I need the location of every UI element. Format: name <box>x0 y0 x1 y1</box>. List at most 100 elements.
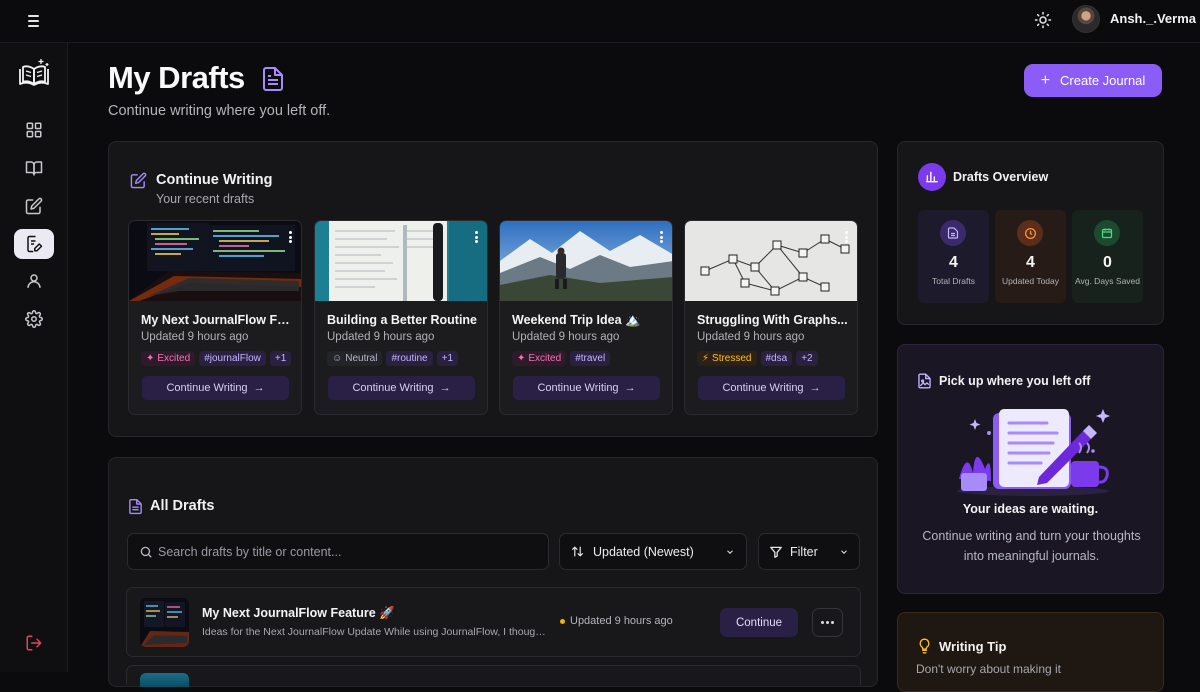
mood-tag: ☺ Neutral <box>327 351 383 366</box>
card-menu-icon[interactable] <box>845 231 849 243</box>
continue-writing-button[interactable]: Continue Writing → <box>328 376 475 400</box>
more-tags-badge: +2 <box>796 351 818 366</box>
continue-writing-button[interactable]: Continue Writing → <box>698 376 845 400</box>
row-updated: Updated 9 hours ago <box>560 615 673 627</box>
writing-tip-text: Don't worry about making it <box>916 662 1062 676</box>
draft-card[interactable]: Struggling With Graphs... Updated 9 hour… <box>684 220 858 415</box>
draft-row[interactable] <box>126 665 861 687</box>
filter-button[interactable]: Filter <box>758 533 860 570</box>
all-drafts-title: All Drafts <box>150 498 215 514</box>
sidebar-item-dashboard[interactable] <box>14 115 54 145</box>
code-screen-thumbnail <box>140 598 189 647</box>
continue-button[interactable]: Continue <box>720 608 798 637</box>
mood-label: Excited <box>157 353 191 364</box>
edit-icon <box>25 197 43 215</box>
lightning-icon: ⚡ <box>702 353 710 364</box>
hashtag: #dsa <box>760 351 793 366</box>
row-description: Ideas for the Next JournalFlow Update Wh… <box>202 626 550 638</box>
continue-writing-title: Continue Writing <box>156 172 273 188</box>
journal-illustration <box>957 409 1110 496</box>
draft-card[interactable]: My Next JournalFlow Feature 🚀 Updated 9 … <box>128 220 302 415</box>
create-journal-button[interactable]: + Create Journal <box>1024 64 1162 97</box>
card-tags: ✦ Excited #travel <box>512 351 611 366</box>
avatar[interactable] <box>1072 5 1100 33</box>
chart-icon <box>918 163 946 191</box>
theme-toggle-icon[interactable] <box>1034 11 1052 29</box>
card-tags: ⚡ Stressed #dsa +2 <box>697 351 818 366</box>
graph-sketch-thumbnail <box>685 221 857 301</box>
mood-tag: ⚡ Stressed <box>697 351 757 366</box>
draft-card[interactable]: Building a Better Routine Updated 9 hour… <box>314 220 488 415</box>
sort-label: Updated (Newest) <box>593 544 694 559</box>
top-bar: Ansh._.Verma <box>0 0 1200 43</box>
card-menu-icon[interactable] <box>475 231 479 243</box>
hashtag: #travel <box>570 351 611 366</box>
chevron-down-icon <box>727 549 733 554</box>
stat-value: 4 <box>1026 254 1035 271</box>
sidebar-item-profile[interactable] <box>14 266 54 296</box>
arrow-right-icon: → <box>809 382 821 394</box>
clock-icon <box>1017 220 1043 246</box>
stat-updated-today: 4 Updated Today <box>995 210 1066 303</box>
plus-icon: + <box>1040 71 1051 89</box>
sidebar-item-journals[interactable] <box>14 153 54 183</box>
sort-select[interactable]: Updated (Newest) <box>559 533 747 570</box>
arrow-right-icon: → <box>439 382 451 394</box>
card-tags: ✦ Excited #journalFlow +1 <box>141 351 292 366</box>
chevron-down-icon <box>841 549 847 554</box>
sidebar-item-settings[interactable] <box>14 304 54 334</box>
draft-card[interactable]: Weekend Trip Idea 🏔️ Updated 9 hours ago… <box>499 220 673 415</box>
stat-avg-days: 0 Avg. Days Saved <box>1072 210 1143 303</box>
sidebar-item-drafts[interactable] <box>14 229 54 259</box>
mood-label: Neutral <box>345 353 378 364</box>
drafts-icon <box>27 235 43 253</box>
sidebar-item-write[interactable] <box>14 191 54 221</box>
row-thumbnail <box>140 673 189 687</box>
card-title: Building a Better Routine <box>327 313 477 327</box>
page-title: My Drafts <box>108 60 245 95</box>
card-menu-icon[interactable] <box>660 231 664 243</box>
search-input[interactable] <box>158 534 543 569</box>
card-menu-icon[interactable] <box>289 231 293 243</box>
hashtag: #routine <box>386 351 433 366</box>
continue-writing-button[interactable]: Continue Writing → <box>142 376 289 400</box>
book-open-icon <box>25 161 43 176</box>
continue-writing-panel: Continue Writing Your recent drafts My N… <box>108 141 878 437</box>
more-options-icon[interactable] <box>812 608 843 637</box>
calendar-icon <box>1094 220 1120 246</box>
gear-icon <box>25 310 43 328</box>
logout-icon[interactable] <box>25 634 43 652</box>
neutral-face-icon: ☺ <box>332 353 343 364</box>
mood-tag: ✦ Excited <box>141 351 196 366</box>
draft-row[interactable]: My Next JournalFlow Feature 🚀 Ideas for … <box>126 587 861 657</box>
stat-value: 4 <box>949 254 958 271</box>
dashboard-icon <box>26 122 42 138</box>
stat-label: Avg. Days Saved <box>1074 276 1141 286</box>
document-icon <box>940 220 966 246</box>
button-label: Continue Writing <box>722 382 804 394</box>
stat-value: 0 <box>1103 254 1112 271</box>
menu-icon[interactable] <box>28 12 46 30</box>
username[interactable]: Ansh._.Verma <box>1110 11 1196 26</box>
card-updated: Updated 9 hours ago <box>141 331 249 343</box>
arrow-right-icon: → <box>624 382 636 394</box>
continue-writing-button[interactable]: Continue Writing → <box>513 376 660 400</box>
button-label: Continue Writing <box>352 382 434 394</box>
filter-icon <box>770 546 782 558</box>
filter-label: Filter <box>790 544 818 559</box>
card-title: Struggling With Graphs... <box>697 313 848 327</box>
page-subtitle: Continue writing where you left off. <box>108 103 331 119</box>
drafts-overview-panel: Drafts Overview 4 Total Drafts 4 Updated… <box>897 141 1164 325</box>
document-icon <box>263 67 283 91</box>
status-dot-icon <box>560 618 565 624</box>
card-tags: ☺ Neutral #routine +1 <box>327 351 459 366</box>
pick-up-text: Continue writing and turn your thoughts … <box>922 529 1141 563</box>
lightbulb-icon <box>919 638 930 654</box>
user-icon <box>27 274 41 288</box>
continue-writing-subtitle: Your recent drafts <box>156 192 255 206</box>
logo-book-icon[interactable] <box>17 57 51 89</box>
pick-up-panel: Pick up where you left off Your ideas ar… <box>897 344 1164 594</box>
pick-up-title: Pick up where you left off <box>939 374 1091 388</box>
sort-icon <box>572 546 583 557</box>
sidebar <box>0 43 68 672</box>
